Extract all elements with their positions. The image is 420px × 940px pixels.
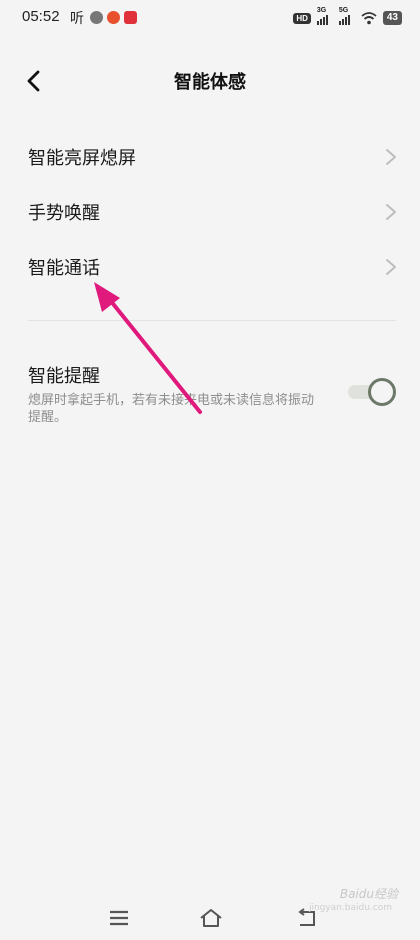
battery-indicator: 43 [382,11,402,25]
app-notification-icon [90,11,103,24]
section-divider [28,320,396,321]
menu-item-label: 智能通话 [28,258,100,279]
chevron-right-icon [386,259,396,275]
chevron-right-icon [386,149,396,165]
status-bar: 05:52 听 HD 3G 5G 43 [0,0,420,36]
wifi-icon [361,11,377,24]
hd-badge: HD [293,12,311,24]
smart-reminder-title: 智能提醒 [28,366,100,387]
chevron-right-icon [386,204,396,220]
calendar-app-icon [124,11,137,24]
ting-app-icon: 听 [70,11,84,27]
weibo-icon [107,11,120,24]
watermark-logo: Baidu经验 [339,887,398,901]
smart-reminder-description: 熄屏时拿起手机，若有未接来电或未读信息将振动提醒。 [28,393,315,425]
menu-icon[interactable] [106,906,132,930]
status-time: 05:52 [22,8,60,25]
network-type-1: 3G [316,7,327,14]
smart-reminder-toggle[interactable] [348,378,396,406]
watermark-url: jingyan.baidu.com [308,903,392,913]
signal-5g-icon: 5G [338,7,355,25]
page-title: 智能体感 [174,72,246,93]
toggle-knob [368,378,396,406]
status-indicators: HD 3G 5G 43 [293,7,402,27]
menu-item-label: 智能亮屏熄屏 [28,148,136,169]
menu-item-gesture-wake[interactable]: 手势唤醒 [0,185,420,239]
signal-3g-icon: 3G [316,7,333,25]
page-header: 智能体感 [0,56,420,106]
network-type-2: 5G [338,7,349,14]
menu-item-smart-screen-wake[interactable]: 智能亮屏熄屏 [0,130,420,184]
home-icon[interactable] [198,906,224,930]
menu-item-smart-call[interactable]: 智能通话 [0,240,420,294]
menu-item-label: 手势唤醒 [28,203,100,224]
